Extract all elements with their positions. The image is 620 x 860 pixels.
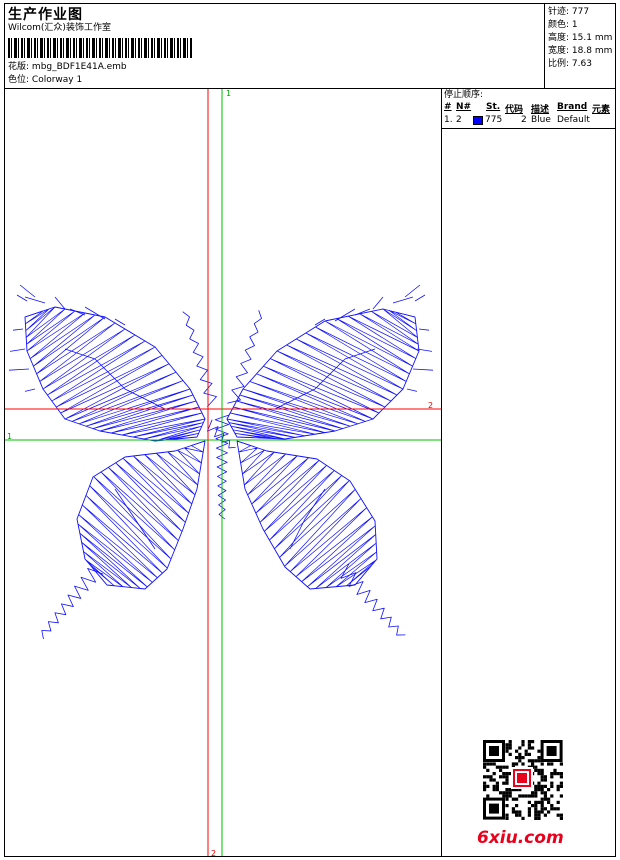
watermark: 6xiu.com bbox=[477, 828, 564, 848]
colorway-row: 色位: Colorway 1 bbox=[8, 75, 82, 86]
col-index: # bbox=[444, 102, 452, 112]
design-stats: 针迹: 777 颜色: 1 高度: 15.1 mm 宽度: 18.8 mm 比例… bbox=[548, 6, 612, 71]
qr-code bbox=[480, 739, 566, 821]
company-name: Wilcom(汇众)装饰工作室 bbox=[8, 23, 111, 33]
marker-bottom: 2 bbox=[211, 849, 216, 856]
design-row: 花版: mbg_BDF1E41A.emb bbox=[8, 62, 127, 73]
page-title: 生产作业图 bbox=[8, 7, 83, 23]
stop-table-row: 1. 2 775 2 Blue Default bbox=[444, 115, 616, 127]
marker-top: 1 bbox=[226, 89, 231, 98]
design-label: 花版: bbox=[8, 62, 30, 72]
colorway-label: 色位: bbox=[8, 75, 30, 85]
row-description: Blue bbox=[531, 115, 551, 125]
col-element: 元素 bbox=[592, 105, 611, 115]
thread-color-swatch bbox=[473, 116, 483, 125]
butterfly-stitch-design bbox=[8, 284, 434, 640]
design-canvas: 1 2 1 2 bbox=[5, 89, 441, 856]
row-brand: Default bbox=[557, 115, 590, 125]
col-brand: Brand bbox=[557, 102, 588, 112]
stat-colors: 颜色: 1 bbox=[548, 20, 578, 30]
barcode bbox=[8, 38, 193, 58]
row-stitches: 775 bbox=[485, 115, 503, 125]
stat-scale: 比例: 7.63 bbox=[548, 59, 592, 69]
stat-stitches: 针迹: 777 bbox=[548, 7, 590, 17]
stat-height: 高度: 15.1 mm bbox=[548, 33, 613, 43]
row-needle: 2 bbox=[456, 115, 462, 125]
stop-table-bottom-line bbox=[441, 128, 616, 129]
marker-left: 1 bbox=[7, 432, 12, 441]
row-code: 2 bbox=[521, 115, 527, 125]
col-code: 代码 bbox=[505, 105, 524, 115]
sidebar-divider bbox=[441, 88, 442, 857]
row-index: 1. bbox=[444, 115, 453, 125]
header-divider bbox=[544, 3, 545, 88]
stop-table-header: # N# St. 代码 描述 Brand 元素 bbox=[444, 102, 616, 115]
stop-sequence-title: 停止顺序: bbox=[444, 90, 484, 100]
stat-width: 宽度: 18.8 mm bbox=[548, 46, 613, 56]
col-description: 描述 bbox=[531, 105, 550, 115]
col-stitches: St. bbox=[486, 102, 501, 112]
design-filename: mbg_BDF1E41A.emb bbox=[31, 62, 127, 72]
marker-right: 2 bbox=[428, 401, 433, 410]
col-needle: N# bbox=[456, 102, 472, 112]
colorway-value: Colorway 1 bbox=[31, 75, 83, 85]
